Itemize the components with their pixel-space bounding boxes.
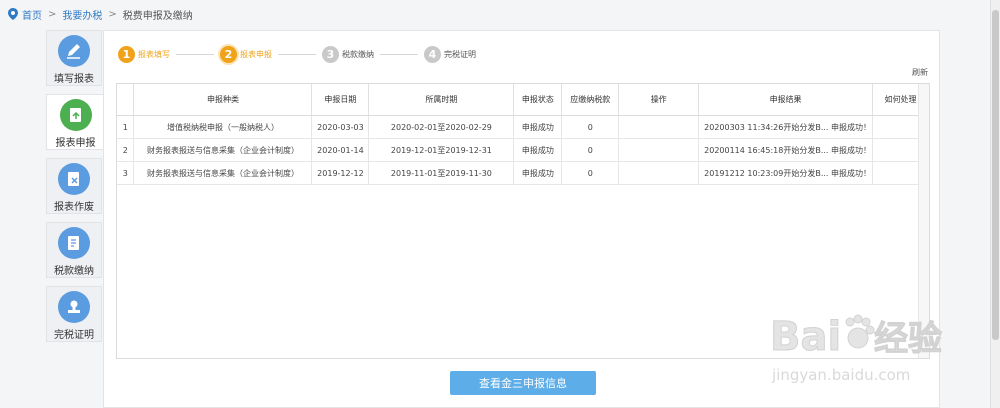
declaration-date: 2019-12-12 bbox=[311, 161, 370, 185]
refresh-link[interactable]: 刷新 bbox=[912, 67, 928, 78]
breadcrumb-home-link[interactable]: 首页 bbox=[22, 7, 42, 22]
declaration-type: 财务报表报送与信息采集（企业会计制度） bbox=[133, 138, 313, 162]
tax-payment-icon bbox=[58, 227, 90, 259]
sidebar-item-report-submit[interactable]: 报表申报 bbox=[46, 94, 104, 150]
column-header-period: 所属时期 bbox=[368, 84, 515, 116]
sidebar-item-label: 完税证明 bbox=[54, 330, 94, 341]
location-pin-icon bbox=[8, 8, 18, 20]
tax-period: 2020-02-01至2020-02-29 bbox=[368, 115, 515, 139]
step-connector bbox=[176, 53, 214, 55]
svg-text:Bai: Bai bbox=[770, 314, 841, 360]
sidebar-item-label: 填写报表 bbox=[54, 74, 94, 85]
page-scrollbar-thumb[interactable] bbox=[992, 10, 999, 340]
svg-text:经验: 经验 bbox=[874, 319, 942, 359]
report-void-icon bbox=[58, 163, 90, 195]
tax-period: 2019-12-01至2019-12-31 bbox=[368, 138, 515, 162]
column-header-type: 申报种类 bbox=[133, 84, 313, 116]
step-fill-report: 1 报表填写 bbox=[118, 45, 170, 63]
sidebar-item-report-void[interactable]: 报表作废 bbox=[46, 158, 102, 214]
operation-cell[interactable] bbox=[618, 115, 700, 139]
step-label: 税款缴纳 bbox=[342, 49, 374, 59]
sidebar-item-label: 报表作废 bbox=[54, 202, 94, 213]
progress-steps: 1 报表填写 2 报表申报 3 税款缴纳 4 完税证明 bbox=[118, 44, 476, 64]
breadcrumb-separator: > bbox=[48, 8, 57, 20]
sidebar-item-label: 报表申报 bbox=[55, 138, 96, 149]
sidebar-item-label: 税款缴纳 bbox=[54, 266, 94, 277]
column-header-index bbox=[117, 84, 135, 116]
step-number: 3 bbox=[322, 45, 339, 63]
table-row[interactable]: 2 财务报表报送与信息采集（企业会计制度） 2020-01-14 2019-12… bbox=[117, 138, 929, 162]
sidebar-item-tax-certificate[interactable]: 完税证明 bbox=[46, 286, 102, 342]
page-scrollbar[interactable] bbox=[990, 0, 1000, 408]
row-index: 1 bbox=[117, 115, 135, 139]
declaration-date: 2020-03-03 bbox=[311, 115, 370, 139]
declaration-type: 增值税纳税申报（一般纳税人） bbox=[133, 115, 313, 139]
sidebar: 填写报表 报表申报 报表作废 税款缴纳 完税证明 bbox=[46, 30, 104, 342]
column-header-tax-due: 应缴纳税款 bbox=[561, 84, 620, 116]
edit-icon bbox=[58, 35, 90, 67]
step-tax-payment: 3 税款缴纳 bbox=[322, 45, 374, 63]
column-header-status: 申报状态 bbox=[513, 84, 563, 116]
breadcrumb-separator: > bbox=[108, 8, 117, 20]
declaration-result: 20200303 11:34:26开始分发B... 申报成功！ bbox=[698, 115, 873, 139]
step-connector bbox=[278, 53, 316, 55]
step-report-submit: 2 报表申报 bbox=[220, 45, 272, 63]
column-header-date: 申报日期 bbox=[311, 84, 370, 116]
sidebar-item-tax-payment[interactable]: 税款缴纳 bbox=[46, 222, 102, 278]
svg-text:jingyan.baidu.com: jingyan.baidu.com bbox=[771, 366, 910, 384]
row-index: 2 bbox=[117, 138, 135, 162]
step-tax-certificate: 4 完税证明 bbox=[424, 45, 476, 63]
declaration-status: 申报成功 bbox=[513, 138, 563, 162]
row-index: 3 bbox=[117, 161, 135, 185]
step-label: 完税证明 bbox=[444, 49, 476, 59]
operation-cell[interactable] bbox=[618, 161, 700, 185]
column-header-operation: 操作 bbox=[618, 84, 700, 116]
step-label: 报表填写 bbox=[138, 49, 170, 59]
step-label: 报表申报 bbox=[240, 49, 272, 59]
breadcrumb: 首页 > 我要办税 > 税费申报及缴纳 bbox=[0, 0, 1000, 28]
breadcrumb-section-link[interactable]: 我要办税 bbox=[62, 7, 102, 22]
tax-due: 0 bbox=[561, 115, 620, 139]
table-header-row: 申报种类 申报日期 所属时期 申报状态 应缴纳税款 操作 申报结果 如何处理 bbox=[117, 84, 929, 116]
declaration-status: 申报成功 bbox=[513, 161, 563, 185]
tax-due: 0 bbox=[561, 161, 620, 185]
column-header-result: 申报结果 bbox=[698, 84, 873, 116]
step-number: 2 bbox=[220, 45, 237, 63]
report-submit-icon bbox=[59, 99, 92, 131]
step-number: 4 bbox=[424, 45, 441, 63]
operation-cell[interactable] bbox=[618, 138, 700, 162]
table-row[interactable]: 3 财务报表报送与信息采集（企业会计制度） 2019-12-12 2019-11… bbox=[117, 161, 929, 185]
baidu-jingyan-watermark: Bai 经验 jingyan.baidu.com bbox=[770, 314, 943, 385]
table-row[interactable]: 1 增值税纳税申报（一般纳税人） 2020-03-03 2020-02-01至2… bbox=[117, 115, 929, 139]
declaration-date: 2020-01-14 bbox=[311, 138, 370, 162]
sidebar-item-fill-report[interactable]: 填写报表 bbox=[46, 30, 102, 86]
declaration-status: 申报成功 bbox=[513, 115, 563, 139]
certificate-stamp-icon bbox=[58, 291, 90, 323]
tax-due: 0 bbox=[561, 138, 620, 162]
tax-period: 2019-11-01至2019-11-30 bbox=[368, 161, 515, 185]
declaration-result: 20191212 10:23:09开始分发B... 申报成功！ bbox=[698, 161, 873, 185]
declaration-type: 财务报表报送与信息采集（企业会计制度） bbox=[133, 161, 313, 185]
step-number: 1 bbox=[118, 45, 135, 63]
step-connector bbox=[380, 53, 418, 55]
view-jinsan-declaration-button[interactable]: 查看金三申报信息 bbox=[450, 371, 596, 395]
breadcrumb-current: 税费申报及缴纳 bbox=[122, 10, 193, 22]
declaration-result: 20200114 16:45:18开始分发B... 申报成功！ bbox=[698, 138, 873, 162]
